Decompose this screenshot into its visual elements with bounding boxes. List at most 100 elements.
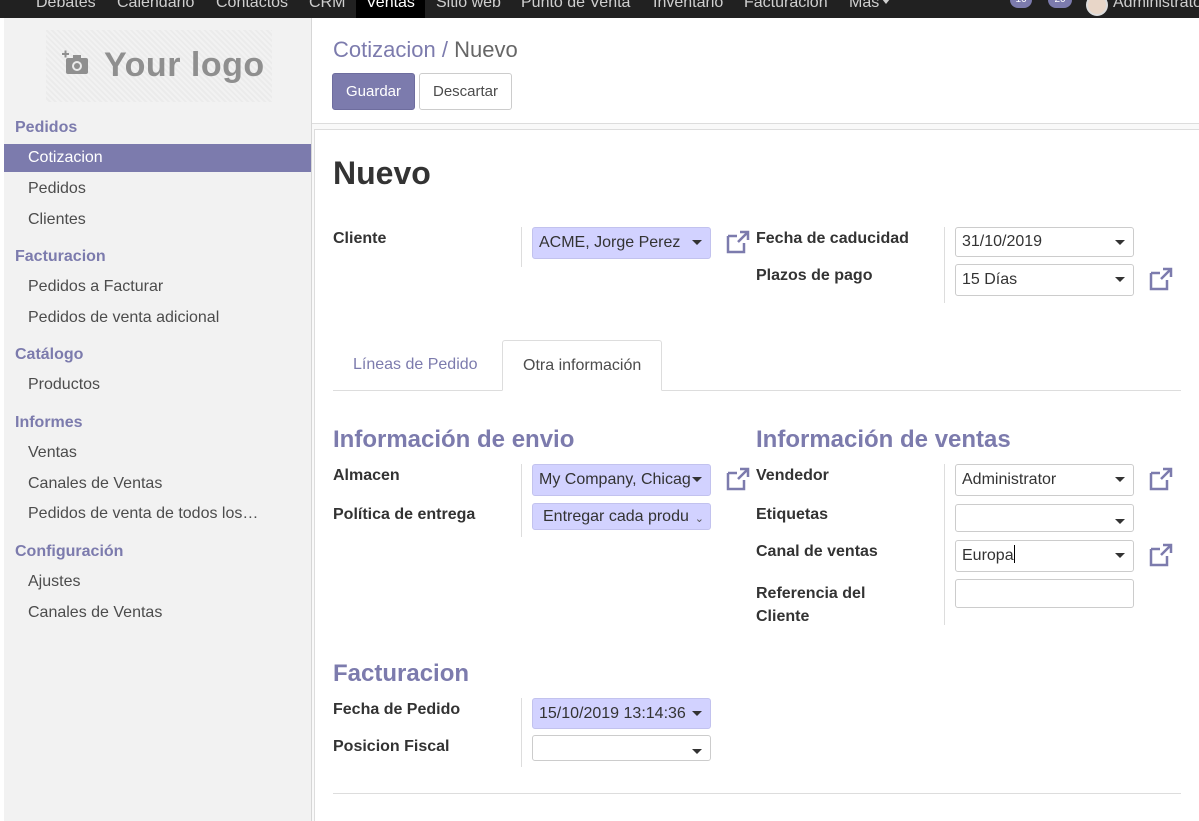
sidebar-section-informes: Informes: [15, 414, 83, 431]
sidebar-item-cotizacion[interactable]: Cotizacion: [4, 144, 311, 172]
sidebar-section-facturacion: Facturacion: [15, 248, 106, 265]
menu-crm[interactable]: CRM: [309, 0, 345, 12]
company-logo[interactable]: Your logo: [46, 30, 272, 102]
menu-mas[interactable]: Más: [849, 0, 891, 12]
sidebar-item-canales-de-ventas[interactable]: Canales de Ventas: [4, 470, 311, 498]
posicion-fiscal-label: Posicion Fiscal: [333, 738, 450, 755]
sidebar-section-configuracion: Configuración: [15, 543, 124, 560]
section-heading-facturacion: Facturacion: [333, 660, 470, 687]
sidebar-item-informe-ventas[interactable]: Ventas: [4, 439, 311, 467]
plazos-pago-label: Plazos de pago: [756, 267, 873, 284]
breadcrumb: Cotizacion / Nuevo: [333, 37, 518, 63]
menu-facturacion[interactable]: Facturacion: [744, 0, 828, 12]
etiquetas-label: Etiquetas: [756, 506, 829, 523]
divider: [944, 464, 945, 625]
menu-debates[interactable]: Debates: [36, 0, 96, 12]
tab-lineas-de-pedido[interactable]: Líneas de Pedido: [333, 340, 498, 391]
sidebar-item-pedidos-todos[interactable]: Pedidos de venta de todos los…: [4, 500, 311, 528]
referencia-label-line1: Referencia del: [756, 585, 866, 602]
canal-ventas-label: Canal de ventas: [756, 543, 878, 560]
vendedor-label: Vendedor: [756, 467, 829, 484]
discard-button[interactable]: Descartar: [419, 73, 512, 110]
fecha-pedido-field[interactable]: 15/10/2019 13:14:36: [532, 698, 711, 729]
referencia-cliente-input[interactable]: [955, 579, 1134, 608]
canal-ventas-field[interactable]: Europa: [955, 540, 1134, 572]
divider: [521, 698, 522, 767]
sidebar-item-ajustes[interactable]: Ajustes: [4, 568, 311, 596]
breadcrumb-current: Nuevo: [454, 37, 518, 62]
dropdown-caret-icon: [1115, 277, 1125, 282]
external-link-icon[interactable]: [725, 466, 751, 492]
plazos-pago-value: 15 Días: [962, 271, 1018, 288]
menu-sitio-web[interactable]: Sitio web: [436, 0, 501, 12]
record-title: Nuevo: [333, 155, 431, 191]
sidebar: Your logo Pedidos Cotizacion Pedidos Cli…: [4, 18, 312, 821]
plazos-pago-field[interactable]: 15 Días: [955, 264, 1134, 296]
cliente-field[interactable]: ACME, Jorge Perez: [532, 227, 711, 259]
posicion-fiscal-field[interactable]: [532, 735, 711, 761]
sidebar-section-pedidos: Pedidos: [15, 119, 78, 136]
referencia-label-line2: Cliente: [756, 608, 810, 625]
avatar[interactable]: [1086, 0, 1108, 16]
sidebar-item-pedidos[interactable]: Pedidos: [4, 175, 311, 203]
almacen-field[interactable]: My Company, Chicag: [532, 464, 711, 496]
section-heading-ventas: Información de ventas: [756, 426, 1011, 453]
politica-entrega-label: Política de entrega: [333, 506, 476, 523]
sidebar-item-productos[interactable]: Productos: [4, 371, 311, 399]
messages-badge[interactable]: 20: [1048, 0, 1072, 8]
dropdown-caret-icon: [1115, 519, 1125, 524]
breadcrumb-separator: /: [441, 37, 448, 62]
canal-ventas-value: Europa: [962, 547, 1014, 564]
menu-inventario[interactable]: Inventario: [653, 0, 723, 12]
sidebar-item-config-canales[interactable]: Canales de Ventas: [4, 599, 311, 627]
politica-entrega-select[interactable]: Entregar cada produ ⌄: [532, 503, 711, 530]
divider: [521, 464, 522, 537]
dropdown-caret-icon: [692, 711, 702, 716]
chevron-down-icon: [882, 0, 891, 4]
dropdown-caret-icon: [1115, 240, 1125, 245]
menu-mas-label: Más: [849, 0, 880, 11]
almacen-value: My Company, Chicag: [539, 471, 691, 488]
sidebar-item-pedidos-a-facturar[interactable]: Pedidos a Facturar: [4, 273, 311, 301]
save-button[interactable]: Guardar: [332, 73, 415, 110]
external-link-icon[interactable]: [725, 229, 751, 255]
politica-entrega-value: Entregar cada produ: [543, 508, 689, 525]
divider: [944, 227, 945, 303]
fecha-caducidad-label: Fecha de caducidad: [756, 230, 909, 247]
fecha-pedido-value: 15/10/2019 13:14:36: [539, 705, 686, 722]
breadcrumb-parent[interactable]: Cotizacion: [333, 37, 436, 62]
dropdown-caret-icon: [692, 477, 702, 482]
divider: [521, 227, 522, 267]
fecha-pedido-label: Fecha de Pedido: [333, 701, 461, 718]
dropdown-caret-icon: [1115, 477, 1125, 482]
etiquetas-field[interactable]: [955, 504, 1134, 532]
dropdown-caret-icon: [692, 749, 702, 754]
menu-punto-de-venta[interactable]: Punto de Venta: [521, 0, 630, 12]
user-menu[interactable]: Administrator: [1113, 0, 1199, 12]
menu-contactos[interactable]: Contactos: [216, 0, 288, 12]
cliente-label: Cliente: [333, 230, 387, 247]
almacen-label: Almacen: [333, 467, 400, 484]
vendedor-value: Administrator: [962, 471, 1057, 488]
activities-badge[interactable]: 16: [1010, 0, 1032, 8]
sidebar-item-clientes[interactable]: Clientes: [4, 206, 311, 234]
section-heading-envio: Información de envio: [333, 426, 575, 453]
dropdown-caret-icon: [1115, 553, 1125, 558]
top-navbar: Debates Calendario Contactos CRM Ventas …: [0, 0, 1199, 18]
camera-icon: [62, 50, 88, 74]
text-cursor: [1013, 545, 1015, 563]
menu-calendario[interactable]: Calendario: [117, 0, 194, 12]
fecha-caducidad-field[interactable]: 31/10/2019: [955, 227, 1134, 257]
form-bottom-divider: [333, 793, 1181, 794]
external-link-icon[interactable]: [1148, 266, 1174, 292]
sidebar-item-pedidos-venta-adicional[interactable]: Pedidos de venta adicional: [4, 304, 311, 332]
referencia-cliente-label: Referencia del Cliente: [756, 582, 865, 628]
tab-otra-informacion[interactable]: Otra información: [502, 340, 663, 391]
external-link-icon[interactable]: [1148, 466, 1174, 492]
chevron-down-icon: ⌄: [694, 513, 704, 525]
vendedor-field[interactable]: Administrator: [955, 464, 1134, 496]
cliente-value: ACME, Jorge Perez: [539, 234, 681, 251]
menu-ventas[interactable]: Ventas: [356, 0, 425, 18]
external-link-icon[interactable]: [1148, 542, 1174, 568]
logo-text: Your logo: [104, 46, 265, 84]
